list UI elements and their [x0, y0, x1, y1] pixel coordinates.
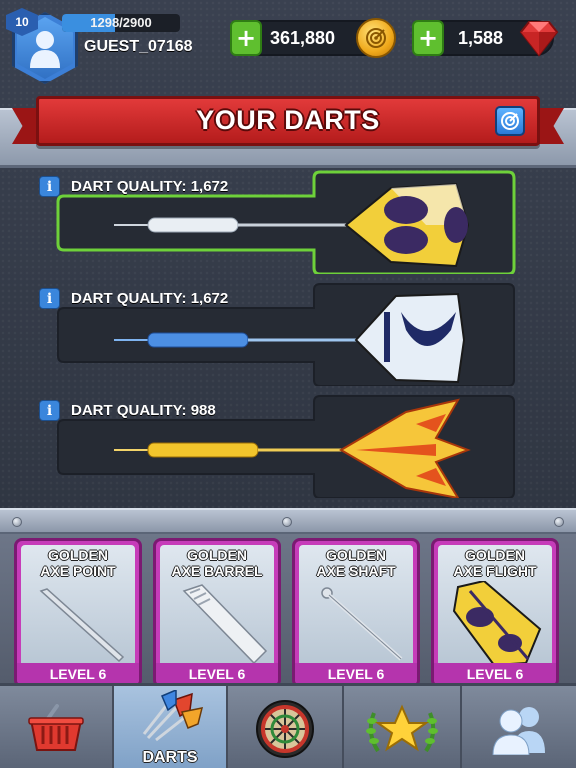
info-icon[interactable]: i — [39, 400, 60, 421]
part-title: GOLDEN AXE POINT — [17, 547, 139, 579]
part-title-line2: AXE SHAFT — [316, 563, 396, 579]
target-button[interactable] — [495, 106, 525, 136]
coin-icon — [356, 18, 396, 58]
part-title: GOLDEN AXE SHAFT — [295, 547, 417, 579]
part-level: LEVEL 6 — [156, 663, 278, 685]
part-level: LEVEL 6 — [295, 663, 417, 685]
coins-counter: + 361,880 — [230, 18, 396, 58]
part-title: GOLDEN AXE FLIGHT — [434, 547, 556, 579]
info-icon[interactable]: i — [39, 176, 60, 197]
dart-gold-red — [114, 398, 471, 498]
dart-slot-3[interactable]: i DART QUALITY: 988 — [36, 394, 516, 498]
page-title: YOUR DARTS — [196, 105, 380, 135]
player-username: GUEST_07168 — [84, 38, 193, 55]
tab-darts-label: DARTS — [142, 749, 198, 766]
dart-slot-2[interactable]: i DART QUALITY: 1,672 — [36, 282, 516, 386]
bottom-nav: DARTS — [0, 683, 576, 768]
part-card-flight[interactable]: GOLDEN AXE FLIGHT LEVEL 6 — [431, 538, 559, 688]
tab-darts[interactable]: DARTS — [114, 686, 228, 768]
dart-point-icon — [39, 588, 125, 663]
dart-slot-1[interactable]: i DART QUALITY: 1,672 — [36, 170, 516, 274]
dart-blue-silver — [114, 292, 466, 384]
info-icon[interactable]: i — [39, 288, 60, 309]
part-title-line1: GOLDEN — [187, 547, 247, 563]
add-gems-button[interactable]: + — [412, 20, 444, 56]
tab-achievements[interactable] — [344, 686, 462, 768]
tab-friends[interactable] — [462, 686, 576, 768]
dart-shaft-icon — [321, 587, 403, 661]
rivet — [12, 517, 22, 527]
add-coins-button[interactable]: + — [230, 20, 262, 56]
dart-flight-icon — [452, 581, 542, 665]
basket-icon — [28, 703, 84, 751]
rivet — [554, 517, 564, 527]
part-level: LEVEL 6 — [17, 663, 139, 685]
user-silhouette-icon — [30, 31, 60, 68]
gems-amount: 1,588 — [458, 28, 504, 48]
header-banner: YOUR DARTS — [36, 96, 540, 146]
dart-barrel-icon — [182, 584, 268, 665]
top-bar: 10 1298/2900 GUEST_07168 + 361,880 + 1,5… — [0, 0, 576, 88]
part-level: LEVEL 6 — [434, 663, 556, 685]
target-icon — [501, 112, 519, 130]
friends-icon — [492, 706, 545, 755]
part-card-shaft[interactable]: GOLDEN AXE SHAFT LEVEL 6 — [292, 538, 420, 688]
xp-text: 1298/2900 — [90, 15, 152, 30]
part-title-line1: GOLDEN — [326, 547, 386, 563]
part-title-line2: AXE BARREL — [171, 563, 263, 579]
part-title-line2: AXE FLIGHT — [453, 563, 537, 579]
dart-white-gold — [114, 182, 470, 268]
part-title-line1: GOLDEN — [465, 547, 525, 563]
rivet — [282, 517, 292, 527]
part-title: GOLDEN AXE BARREL — [156, 547, 278, 579]
dartboard-icon — [256, 699, 314, 758]
gems-counter: + 1,588 — [412, 20, 559, 57]
star-laurel-icon — [366, 704, 438, 752]
tab-play[interactable] — [228, 686, 344, 768]
xp-progress-bar: 1298/2900 — [62, 14, 180, 32]
tab-shop[interactable] — [0, 686, 114, 768]
coins-amount: 361,880 — [270, 28, 336, 48]
part-title-line1: GOLDEN — [48, 547, 108, 563]
darts-icon — [142, 690, 204, 742]
parts-panel-frame — [0, 508, 576, 534]
gem-icon — [519, 21, 559, 57]
part-card-point[interactable]: GOLDEN AXE POINT LEVEL 6 — [14, 538, 142, 688]
part-title-line2: AXE POINT — [40, 563, 116, 579]
part-card-barrel[interactable]: GOLDEN AXE BARREL LEVEL 6 — [153, 538, 281, 688]
